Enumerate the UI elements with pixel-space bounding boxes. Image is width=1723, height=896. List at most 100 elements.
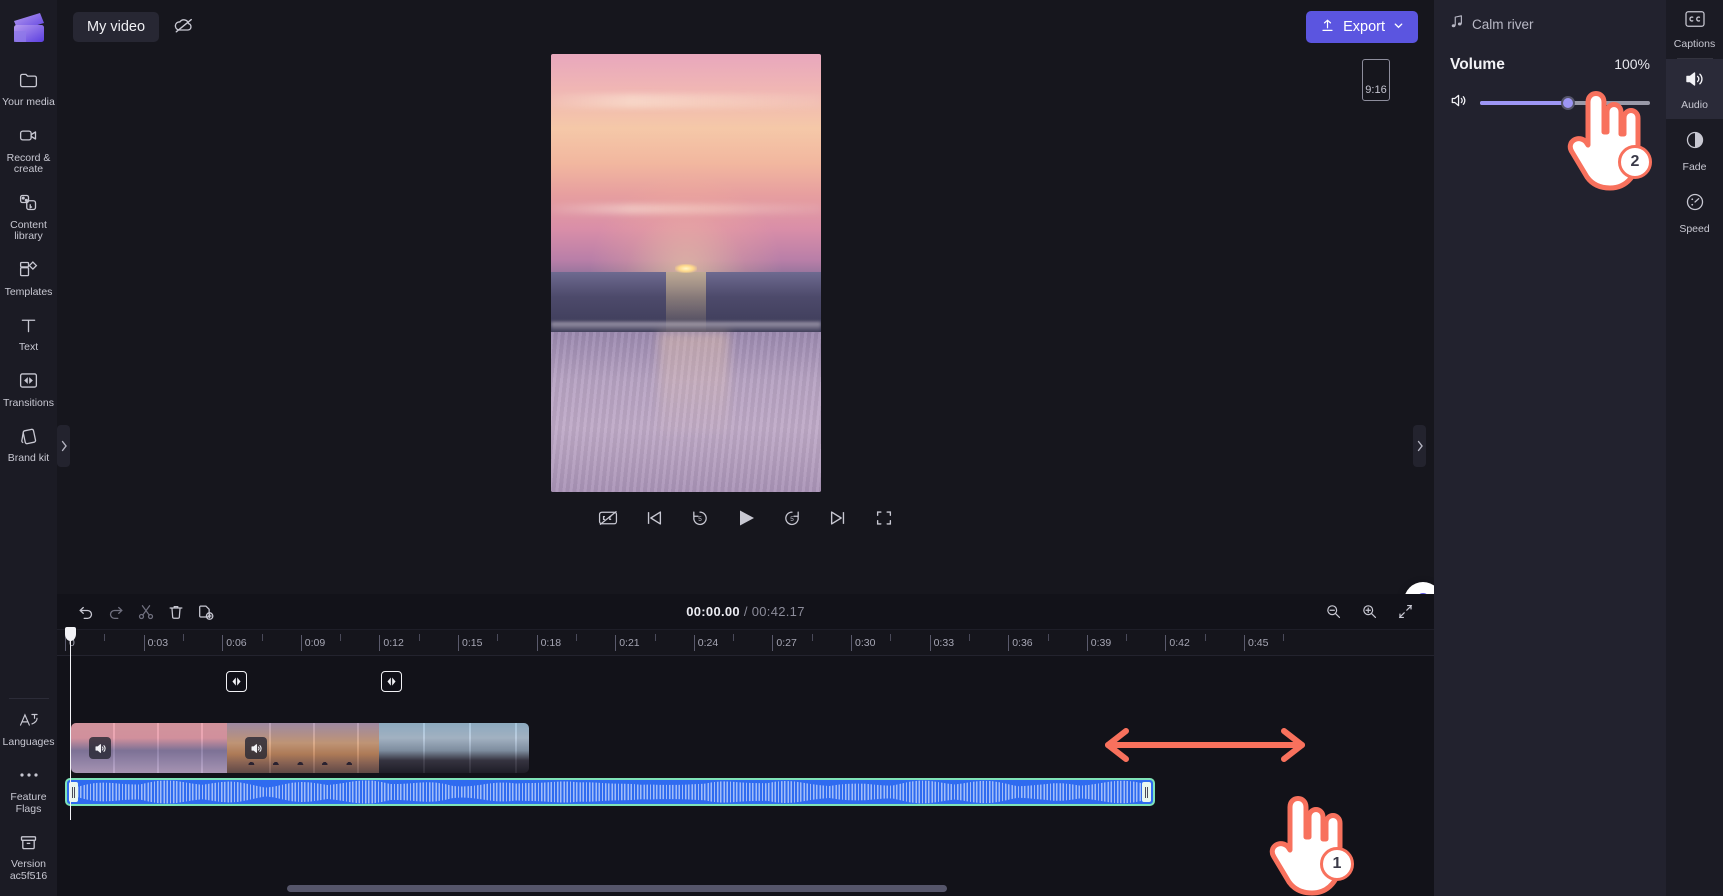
mute-icon[interactable] (89, 737, 111, 759)
timeline-horizontal-scrollbar[interactable] (287, 885, 947, 892)
ruler-tick-mark (340, 634, 342, 641)
forward-5s-button[interactable]: 5 (780, 506, 804, 530)
ruler-tick-label: 0:45 (1248, 637, 1269, 649)
playhead[interactable] (65, 627, 76, 820)
video-track (71, 723, 529, 773)
ruler-tick-label: 0:15 (462, 637, 483, 649)
ruler-tick-label: 0:42 (1169, 637, 1190, 649)
brandkit-icon (16, 423, 42, 449)
ruler-tick-label: 0:21 (619, 637, 640, 649)
sidebar-item-your-media[interactable]: Your media (0, 59, 57, 115)
ruler-tick-mark (497, 634, 499, 641)
project-title[interactable]: My video (73, 12, 160, 42)
fullscreen-button[interactable] (872, 506, 896, 530)
timeline-ruler[interactable]: 0 0:03 0:06 0:09 0:12 0:15 0:18 0:21 0:24 0:27 0:3… (57, 627, 1434, 820)
ruler-tick-label: 0:33 (933, 637, 955, 649)
tab-captions[interactable]: Captions (1666, 0, 1723, 58)
audio-trim-handle-right[interactable] (1142, 782, 1151, 802)
sidebar-item-label: Feature Flags (10, 791, 47, 815)
ruler-tick-label: 0:18 (540, 637, 562, 649)
transition-marker-1[interactable] (226, 671, 247, 692)
wave-foam (551, 322, 821, 332)
ruler-tick-mark (222, 635, 224, 651)
transition-marker-2[interactable] (381, 671, 402, 692)
table-row[interactable] (71, 723, 227, 773)
audio-waveform (77, 780, 1143, 804)
aspect-ratio-badge[interactable]: 9:16 (1362, 59, 1390, 101)
tab-audio[interactable]: Audio (1666, 59, 1723, 119)
tab-label: Speed (1679, 223, 1710, 235)
panel-header: Calm river (1450, 14, 1650, 34)
volume-row: Volume 100% (1450, 56, 1650, 74)
next-frame-button[interactable] (826, 506, 850, 530)
left-sidebar-bottom: Languages Feature Flags Version ac5f516 (0, 692, 57, 896)
previous-frame-button[interactable] (642, 506, 666, 530)
table-row[interactable] (227, 723, 379, 773)
back-5s-button[interactable]: 5 (688, 506, 712, 530)
sidebar-item-brand-kit[interactable]: Brand kit (0, 415, 57, 471)
languages-icon (16, 707, 42, 733)
step-badge-2: 2 (1618, 145, 1652, 179)
speaker-icon (1684, 69, 1706, 94)
drag-direction-arrow (1100, 727, 1310, 763)
expand-left-panel-button[interactable] (57, 425, 70, 467)
ruler-tick-mark (1283, 634, 1285, 641)
play-button[interactable] (734, 506, 758, 530)
ruler-tick-label: 0:30 (855, 637, 876, 649)
export-button[interactable]: Export (1306, 11, 1418, 43)
zoom-out-button[interactable] (1318, 599, 1348, 625)
ruler-tick-mark (733, 634, 735, 641)
cloud-band-1 (551, 94, 821, 108)
ruler-tick-mark (104, 634, 106, 641)
library-icon (16, 190, 42, 216)
sidebar-item-transitions[interactable]: Transitions (0, 360, 57, 416)
sidebar-item-text[interactable]: Text (0, 304, 57, 360)
speaker-icon[interactable] (1450, 92, 1468, 114)
ruler-tick-mark (693, 635, 695, 651)
cloud-band-2 (551, 204, 821, 214)
tab-fade[interactable]: Fade (1666, 119, 1723, 181)
video-preview[interactable] (551, 54, 821, 492)
current-time: 00:00.00 (686, 604, 740, 619)
sidebar-item-feature-flags[interactable]: Feature Flags (0, 754, 57, 821)
zoom-in-button[interactable] (1354, 599, 1384, 625)
captions-off-button[interactable] (596, 506, 620, 530)
sidebar-item-label: Text (18, 341, 39, 353)
audio-track-name: Calm river (1472, 16, 1534, 32)
ruler-tick-label: 0:27 (776, 637, 797, 649)
ruler-tick-mark (536, 635, 538, 651)
left-sidebar-items: Your media Record & create Content libra… (0, 59, 57, 471)
sidebar-item-label: Content library (10, 218, 47, 242)
ruler-tick-mark (890, 634, 892, 641)
sidebar-item-languages[interactable]: Languages (0, 699, 57, 755)
ellipsis-icon (16, 762, 42, 788)
ruler-tick-mark (929, 635, 931, 651)
table-row[interactable] (379, 723, 529, 773)
ruler-tick-mark (1244, 635, 1245, 651)
expand-right-panel-button[interactable] (1413, 425, 1426, 467)
ruler-tick-label: 0:39 (1090, 637, 1112, 649)
ruler-tick-mark (1008, 635, 1010, 651)
ruler-tick-mark (143, 635, 145, 651)
box-icon (16, 829, 42, 855)
fade-icon (1684, 129, 1706, 156)
ruler-tick-mark (300, 635, 302, 651)
sidebar-item-label: Brand kit (7, 452, 50, 464)
fit-timeline-button[interactable] (1390, 599, 1420, 625)
sun (675, 264, 697, 273)
audio-clip[interactable] (65, 778, 1155, 806)
tab-speed[interactable]: Speed (1666, 181, 1723, 243)
timecode-display: 00:00.00 / 00:42.17 (57, 604, 1434, 619)
sidebar-item-label: Languages (2, 735, 55, 748)
sidebar-item-record-create[interactable]: Record & create (0, 115, 57, 182)
svg-text:5: 5 (790, 516, 794, 523)
player-controls: 5 5 (57, 506, 1434, 530)
sidebar-item-templates[interactable]: Templates (0, 249, 57, 305)
cloud-sync-off-button[interactable] (167, 11, 201, 43)
sidebar-item-version[interactable]: Version ac5f516 (0, 821, 57, 888)
mute-icon[interactable] (245, 737, 267, 759)
ruler-tick-label: 0:09 (304, 637, 326, 649)
tab-label: Fade (1682, 161, 1707, 173)
sidebar-item-content-library[interactable]: Content library (0, 182, 57, 249)
music-note-icon (1450, 14, 1464, 34)
